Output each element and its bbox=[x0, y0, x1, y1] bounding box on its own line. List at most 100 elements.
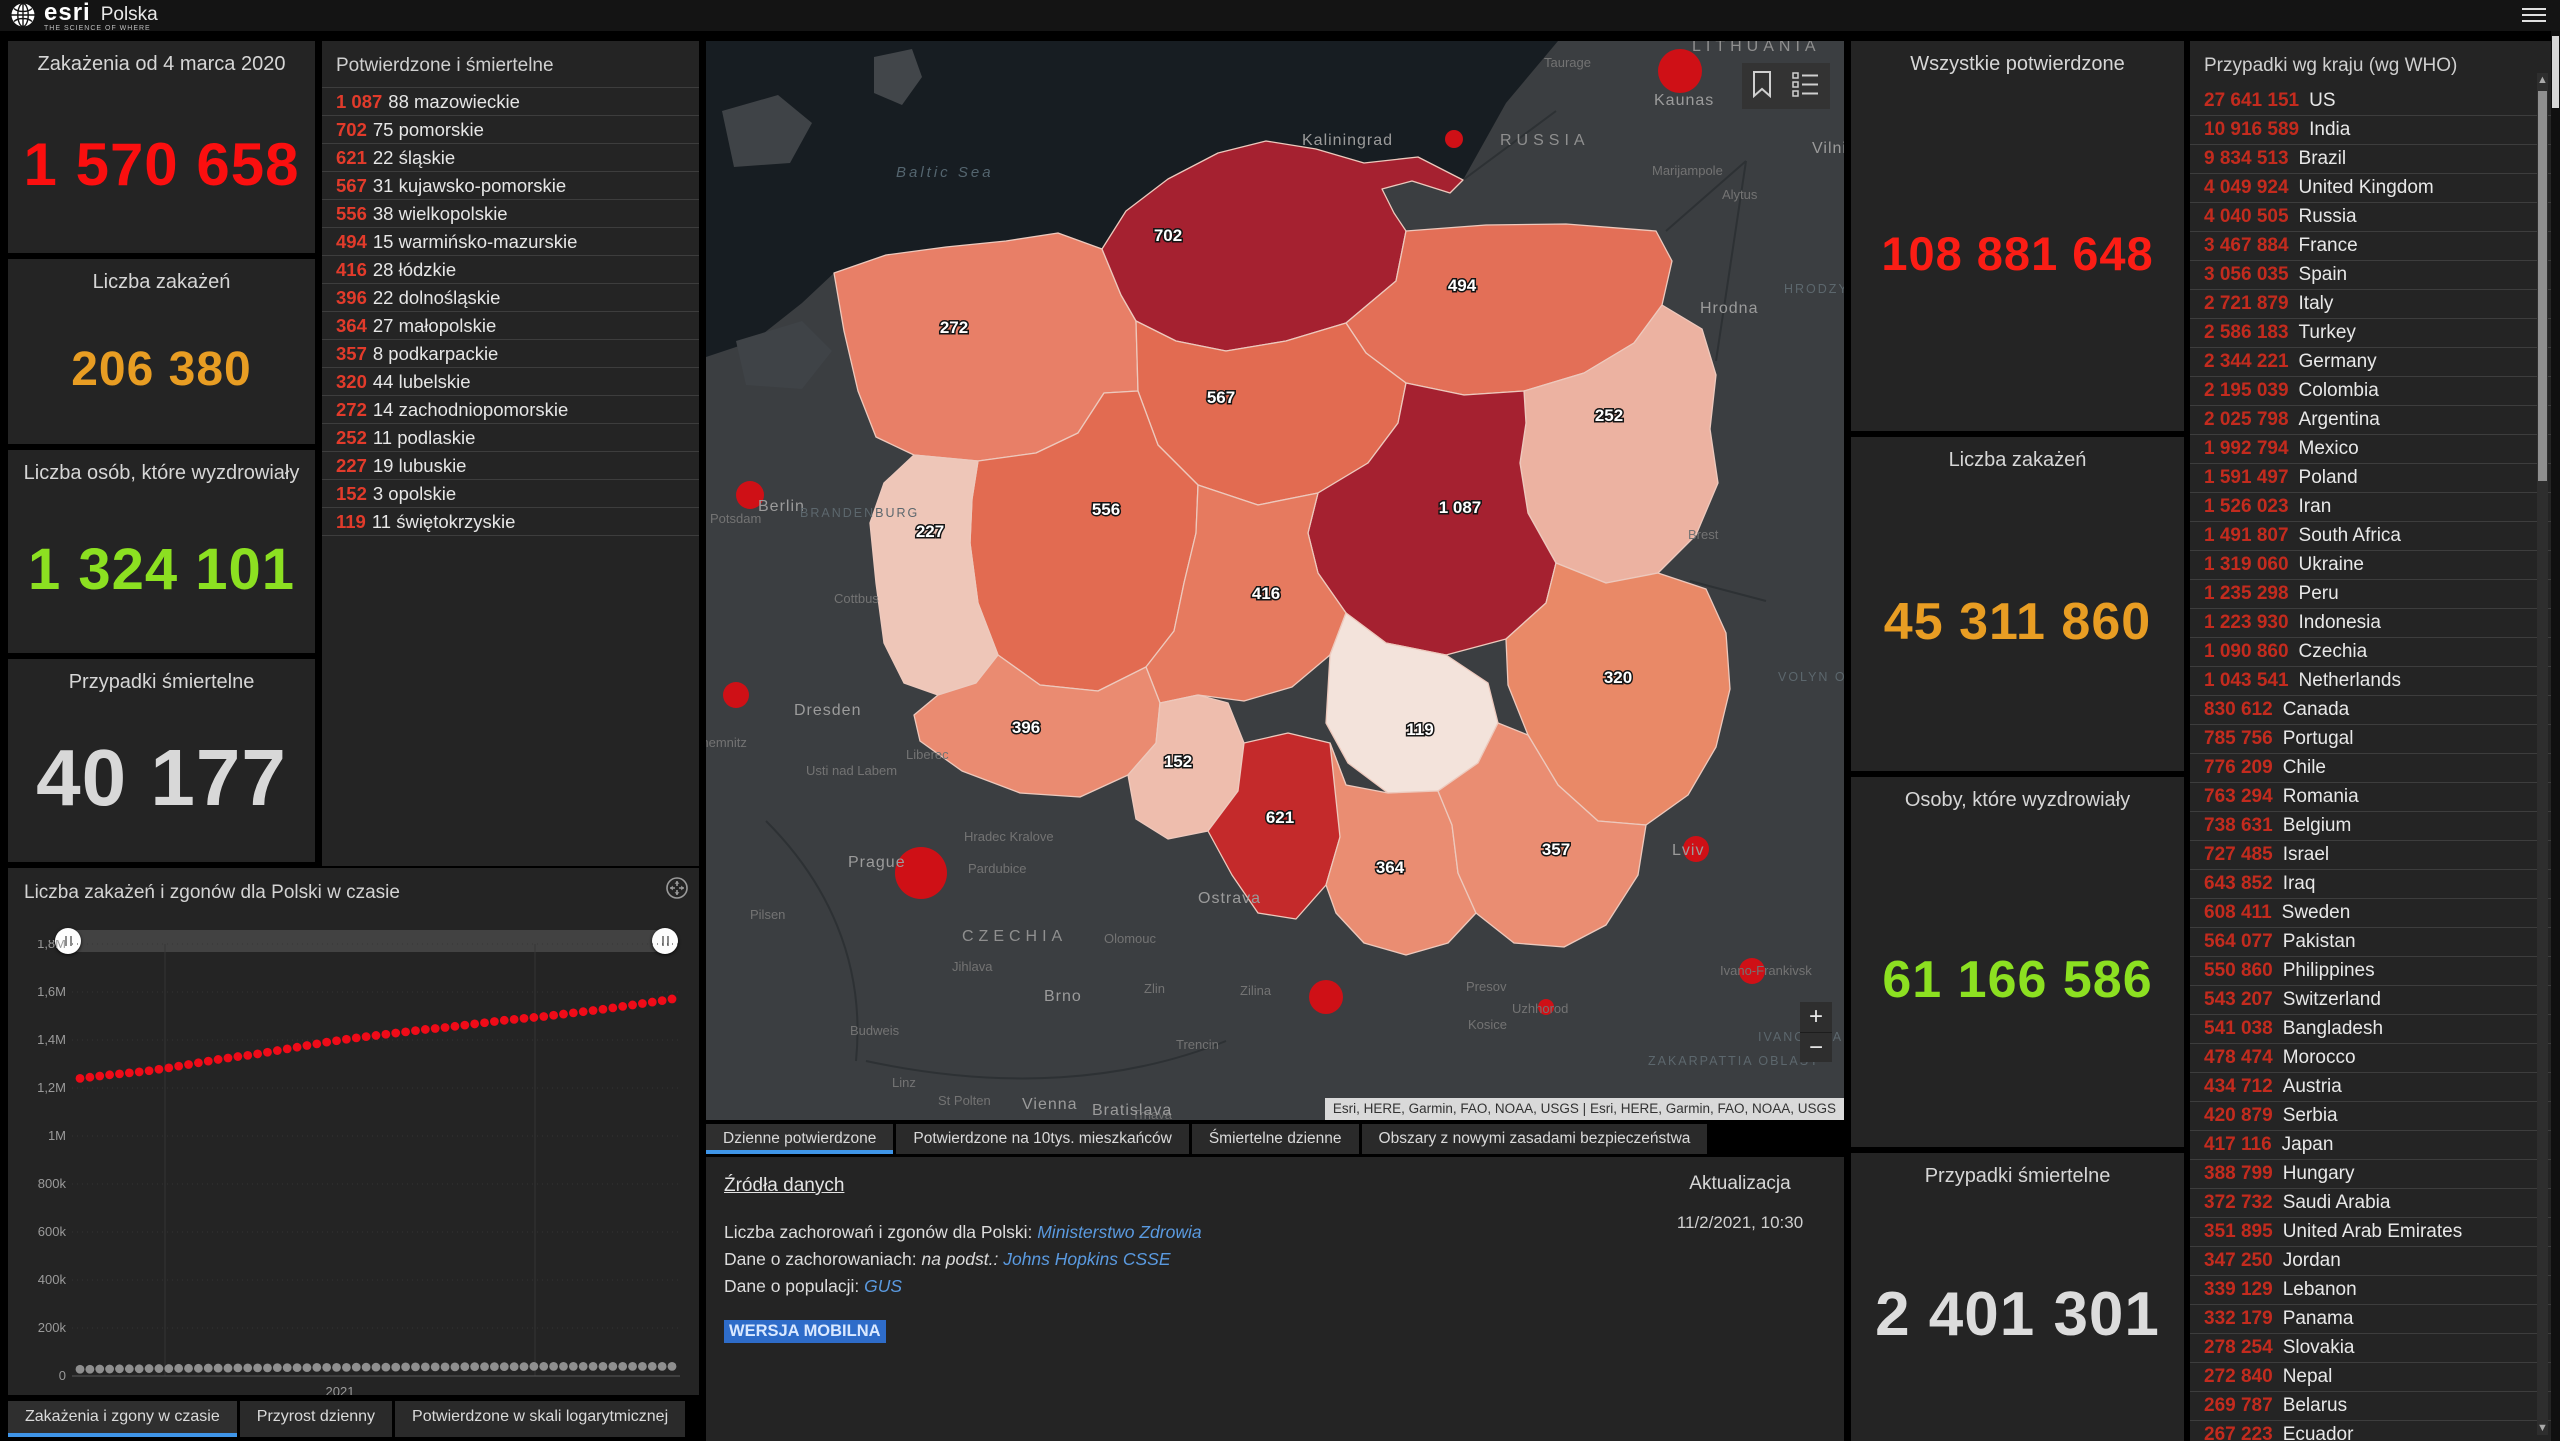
chart-point[interactable] bbox=[184, 1060, 193, 1069]
chart-point[interactable] bbox=[342, 1362, 351, 1372]
chart-point[interactable] bbox=[115, 1364, 124, 1374]
chart-point[interactable] bbox=[144, 1364, 154, 1373]
country-row[interactable]: 1 235 298 Peru bbox=[2190, 580, 2552, 609]
chart-point[interactable] bbox=[203, 1363, 213, 1373]
country-row[interactable]: 2 025 798 Argentina bbox=[2190, 406, 2552, 435]
country-row[interactable]: 1 526 023 Iran bbox=[2190, 493, 2552, 522]
chart-point[interactable] bbox=[164, 1063, 174, 1073]
country-row[interactable]: 2 721 879 Italy bbox=[2190, 290, 2552, 319]
chart-tab-0[interactable]: Zakażenia i zgony w czasie bbox=[8, 1401, 237, 1437]
chart-point[interactable] bbox=[282, 1044, 292, 1054]
country-row[interactable]: 278 254 Slovakia bbox=[2190, 1334, 2552, 1363]
chart-point[interactable] bbox=[568, 1362, 578, 1371]
voivodeship-row[interactable]: 567 31 kujawsko-pomorskie bbox=[322, 171, 699, 199]
chart-point[interactable] bbox=[657, 996, 667, 1006]
chart-point[interactable] bbox=[253, 1049, 262, 1059]
chart-point[interactable] bbox=[657, 1362, 667, 1371]
voivodeship-row[interactable]: 556 38 wielkopolskie bbox=[322, 199, 699, 227]
chart-point[interactable] bbox=[95, 1071, 105, 1081]
chart-point[interactable] bbox=[549, 1010, 558, 1020]
chart-point[interactable] bbox=[194, 1058, 203, 1068]
chart-point[interactable] bbox=[144, 1066, 154, 1076]
scroll-down-icon[interactable]: ▼ bbox=[2537, 1421, 2548, 1435]
country-row[interactable]: 763 294 Romania bbox=[2190, 783, 2552, 812]
chart-tab-2[interactable]: Potwierdzone w skali logarytmicznej bbox=[395, 1401, 686, 1437]
country-row[interactable]: 643 852 Iraq bbox=[2190, 870, 2552, 899]
chart-point[interactable] bbox=[480, 1018, 489, 1028]
case-dot[interactable] bbox=[1445, 130, 1463, 148]
chart-point[interactable] bbox=[667, 1362, 677, 1371]
chart-point[interactable] bbox=[272, 1046, 282, 1055]
chart-point[interactable] bbox=[499, 1362, 509, 1372]
chart-point[interactable] bbox=[519, 1362, 529, 1372]
chart-tab-1[interactable]: Przyrost dzienny bbox=[239, 1401, 393, 1437]
chart-point[interactable] bbox=[578, 1007, 588, 1017]
chart-point[interactable] bbox=[302, 1363, 312, 1372]
chart-point[interactable] bbox=[588, 1362, 598, 1371]
chart-point[interactable] bbox=[263, 1047, 272, 1057]
chart-point[interactable] bbox=[342, 1034, 351, 1044]
chart-point[interactable] bbox=[480, 1362, 489, 1372]
chart-point[interactable] bbox=[194, 1363, 203, 1373]
chart-point[interactable] bbox=[134, 1067, 144, 1077]
chart-point[interactable] bbox=[292, 1042, 302, 1052]
chart-point[interactable] bbox=[490, 1362, 499, 1372]
voivodeship-row[interactable]: 494 15 warmińsko-mazurskie bbox=[322, 227, 699, 255]
country-row[interactable]: 550 860 Philippines bbox=[2190, 957, 2552, 986]
chart-point[interactable] bbox=[509, 1014, 519, 1024]
zoom-out-button[interactable]: − bbox=[1800, 1033, 1832, 1063]
chart-point[interactable] bbox=[598, 1362, 608, 1371]
chart-point[interactable] bbox=[490, 1017, 499, 1026]
chart-point[interactable] bbox=[539, 1362, 549, 1371]
voivodeship-row[interactable]: 227 19 lubuskie bbox=[322, 451, 699, 479]
chart-point[interactable] bbox=[124, 1364, 134, 1374]
country-row[interactable]: 785 756 Portugal bbox=[2190, 725, 2552, 754]
country-row[interactable]: 738 631 Belgium bbox=[2190, 812, 2552, 841]
chart-point[interactable] bbox=[549, 1362, 558, 1371]
chart-point[interactable] bbox=[450, 1362, 460, 1372]
chart-point[interactable] bbox=[85, 1364, 95, 1374]
chart-point[interactable] bbox=[154, 1064, 164, 1074]
voivodeship-row[interactable]: 320 44 lubelskie bbox=[322, 367, 699, 395]
country-row[interactable]: 1 992 794 Mexico bbox=[2190, 435, 2552, 464]
link-ministerstwo-zdrowia[interactable]: Ministerstwo Zdrowia bbox=[1037, 1222, 1201, 1242]
chart-point[interactable] bbox=[608, 1362, 618, 1371]
map-tab-2[interactable]: Śmiertelne dzienne bbox=[1191, 1124, 1359, 1154]
chart-point[interactable] bbox=[371, 1362, 381, 1372]
country-row[interactable]: 372 732 Saudi Arabia bbox=[2190, 1189, 2552, 1218]
chart-point[interactable] bbox=[322, 1037, 332, 1047]
voivodeship-row[interactable]: 396 22 dolnośląskie bbox=[322, 283, 699, 311]
link-gus[interactable]: GUS bbox=[864, 1276, 902, 1296]
country-row[interactable]: 2 195 039 Colombia bbox=[2190, 377, 2552, 406]
chart-point[interactable] bbox=[559, 1362, 568, 1371]
chart-point[interactable] bbox=[391, 1362, 401, 1372]
chart-point[interactable] bbox=[371, 1031, 381, 1040]
country-row[interactable]: 10 916 589 India bbox=[2190, 116, 2552, 145]
scroll-up-icon[interactable]: ▲ bbox=[2537, 73, 2548, 87]
country-row[interactable]: 543 207 Switzerland bbox=[2190, 986, 2552, 1015]
country-row[interactable]: 541 038 Bangladesh bbox=[2190, 1015, 2552, 1044]
voivodeship-row[interactable]: 357 8 podkarpackie bbox=[322, 339, 699, 367]
chart-point[interactable] bbox=[332, 1362, 341, 1372]
chart-point[interactable] bbox=[332, 1036, 341, 1046]
country-row[interactable]: 347 250 Jordan bbox=[2190, 1247, 2552, 1276]
country-row[interactable]: 9 834 513 Brazil bbox=[2190, 145, 2552, 174]
chart-point[interactable] bbox=[420, 1362, 430, 1372]
country-row[interactable]: 1 090 860 Czechia bbox=[2190, 638, 2552, 667]
chart-point[interactable] bbox=[529, 1013, 539, 1022]
chart-point[interactable] bbox=[233, 1052, 243, 1061]
chart-point[interactable] bbox=[381, 1029, 391, 1039]
chart-point[interactable] bbox=[312, 1039, 322, 1049]
chart-point[interactable] bbox=[667, 994, 677, 1004]
country-list-scrollbar[interactable]: ▲ ▼ bbox=[2537, 73, 2548, 1435]
map-tab-1[interactable]: Potwierdzone na 10tys. mieszkańców bbox=[896, 1124, 1189, 1154]
voivodeship-row[interactable]: 272 14 zachodniopomorskie bbox=[322, 395, 699, 423]
country-row[interactable]: 564 077 Pakistan bbox=[2190, 928, 2552, 957]
chart-point[interactable] bbox=[470, 1019, 480, 1029]
chart-point[interactable] bbox=[174, 1363, 184, 1373]
country-row[interactable]: 269 787 Belarus bbox=[2190, 1392, 2552, 1421]
chart-point[interactable] bbox=[164, 1364, 174, 1373]
map-tab-3[interactable]: Obszary z nowymi zasadami bezpieczeństwa bbox=[1361, 1124, 1708, 1154]
country-row[interactable]: 776 209 Chile bbox=[2190, 754, 2552, 783]
voivodeship-row[interactable]: 416 28 łódzkie bbox=[322, 255, 699, 283]
